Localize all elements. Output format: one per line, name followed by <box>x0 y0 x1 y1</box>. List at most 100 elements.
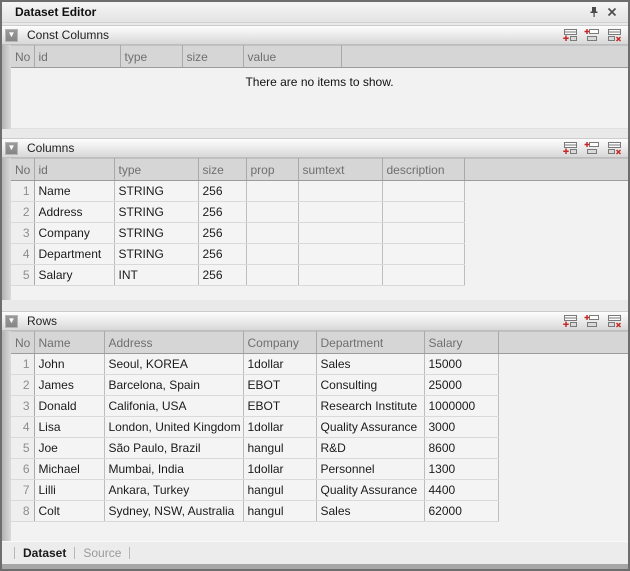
column-header[interactable]: type <box>114 159 198 181</box>
delete-row-button[interactable] <box>605 314 622 329</box>
column-header[interactable]: value <box>243 46 341 68</box>
cell[interactable]: 1dollar <box>243 417 316 438</box>
column-header[interactable]: Name <box>34 332 104 354</box>
tab-dataset[interactable]: Dataset <box>21 546 68 560</box>
cell[interactable]: Barcelona, Spain <box>104 375 243 396</box>
cell[interactable]: Sales <box>316 354 424 375</box>
cell[interactable]: 256 <box>198 244 246 265</box>
cell[interactable]: STRING <box>114 223 198 244</box>
cell[interactable] <box>382 265 464 286</box>
cell[interactable] <box>246 202 298 223</box>
cell[interactable]: 1dollar <box>243 354 316 375</box>
cell[interactable]: EBOT <box>243 375 316 396</box>
cell[interactable]: hangul <box>243 438 316 459</box>
delete-row-button[interactable] <box>605 28 622 43</box>
add-row-button[interactable] <box>561 141 578 156</box>
cell[interactable]: 8600 <box>424 438 498 459</box>
row-number-cell[interactable]: 7 <box>11 480 34 501</box>
row-number-cell[interactable]: 4 <box>11 417 34 438</box>
cell[interactable]: Califonia, USA <box>104 396 243 417</box>
cell[interactable]: Sydney, NSW, Australia <box>104 501 243 522</box>
column-header[interactable]: id <box>34 46 120 68</box>
cell[interactable] <box>382 244 464 265</box>
add-row-button[interactable] <box>561 314 578 329</box>
close-button[interactable] <box>603 4 621 20</box>
cell[interactable]: Mumbai, India <box>104 459 243 480</box>
row-number-cell[interactable]: 5 <box>11 438 34 459</box>
column-header[interactable]: No <box>11 46 34 68</box>
column-header[interactable]: size <box>182 46 243 68</box>
cell[interactable]: 1300 <box>424 459 498 480</box>
row-number-cell[interactable]: 1 <box>11 181 34 202</box>
column-header[interactable]: id <box>34 159 114 181</box>
cell[interactable]: James <box>34 375 104 396</box>
cell[interactable]: John <box>34 354 104 375</box>
cell[interactable]: 25000 <box>424 375 498 396</box>
cell[interactable]: Address <box>34 202 114 223</box>
cell[interactable]: Department <box>34 244 114 265</box>
cell[interactable]: Quality Assurance <box>316 480 424 501</box>
cell[interactable]: Sales <box>316 501 424 522</box>
cell[interactable] <box>298 181 382 202</box>
row-number-cell[interactable]: 3 <box>11 396 34 417</box>
row-number-cell[interactable]: 8 <box>11 501 34 522</box>
row-number-cell[interactable]: 1 <box>11 354 34 375</box>
cell[interactable] <box>246 223 298 244</box>
column-header[interactable]: description <box>382 159 464 181</box>
row-number-cell[interactable]: 6 <box>11 459 34 480</box>
cell[interactable] <box>382 181 464 202</box>
column-header[interactable]: No <box>11 159 34 181</box>
column-header[interactable]: No <box>11 332 34 354</box>
cell[interactable]: Colt <box>34 501 104 522</box>
cell[interactable]: Consulting <box>316 375 424 396</box>
add-row-button[interactable] <box>561 28 578 43</box>
cell[interactable]: EBOT <box>243 396 316 417</box>
rows-collapse-button[interactable]: ▼ <box>5 315 18 328</box>
cell[interactable]: Joe <box>34 438 104 459</box>
cell[interactable]: 256 <box>198 265 246 286</box>
cell[interactable]: 4400 <box>424 480 498 501</box>
column-header[interactable]: size <box>198 159 246 181</box>
cell[interactable] <box>298 223 382 244</box>
cell[interactable]: Michael <box>34 459 104 480</box>
cell[interactable]: 3000 <box>424 417 498 438</box>
column-header[interactable]: type <box>120 46 182 68</box>
column-header[interactable]: Company <box>243 332 316 354</box>
cell[interactable] <box>298 265 382 286</box>
const-collapse-button[interactable]: ▼ <box>5 29 18 42</box>
cell[interactable]: Donald <box>34 396 104 417</box>
delete-row-button[interactable] <box>605 141 622 156</box>
cell[interactable]: São Paulo, Brazil <box>104 438 243 459</box>
cell[interactable]: Lisa <box>34 417 104 438</box>
cell[interactable] <box>298 202 382 223</box>
cell[interactable]: Seoul, KOREA <box>104 354 243 375</box>
tab-source[interactable]: Source <box>81 546 123 560</box>
cell[interactable]: Personnel <box>316 459 424 480</box>
cell[interactable]: 62000 <box>424 501 498 522</box>
column-header[interactable]: Salary <box>424 332 498 354</box>
row-number-cell[interactable]: 4 <box>11 244 34 265</box>
cell[interactable]: Salary <box>34 265 114 286</box>
cell[interactable]: hangul <box>243 501 316 522</box>
cell[interactable]: INT <box>114 265 198 286</box>
cell[interactable]: STRING <box>114 244 198 265</box>
row-number-cell[interactable]: 3 <box>11 223 34 244</box>
pin-button[interactable] <box>585 4 603 20</box>
insert-row-button[interactable] <box>583 314 600 329</box>
cell[interactable] <box>246 265 298 286</box>
cell[interactable] <box>382 223 464 244</box>
cell[interactable]: 256 <box>198 202 246 223</box>
cell[interactable]: 256 <box>198 223 246 244</box>
cell[interactable]: Research Institute <box>316 396 424 417</box>
cell[interactable]: hangul <box>243 480 316 501</box>
cell[interactable] <box>298 244 382 265</box>
row-number-cell[interactable]: 2 <box>11 202 34 223</box>
cell[interactable]: STRING <box>114 181 198 202</box>
cell[interactable] <box>246 244 298 265</box>
cell[interactable]: 256 <box>198 181 246 202</box>
row-number-cell[interactable]: 2 <box>11 375 34 396</box>
cell[interactable]: Ankara, Turkey <box>104 480 243 501</box>
column-header[interactable]: Department <box>316 332 424 354</box>
insert-row-button[interactable] <box>583 28 600 43</box>
cell[interactable] <box>246 181 298 202</box>
